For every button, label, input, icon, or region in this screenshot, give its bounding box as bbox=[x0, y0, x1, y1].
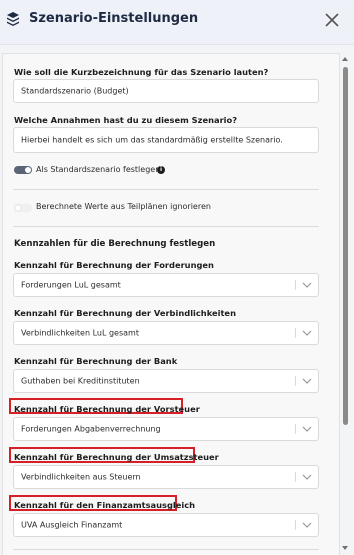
scrollbar[interactable] bbox=[341, 53, 350, 554]
default-scenario-toggle[interactable] bbox=[14, 166, 32, 174]
assumptions-textarea[interactable]: Hierbei handelt es sich um das standardm… bbox=[13, 127, 319, 153]
divider bbox=[13, 226, 319, 227]
liabilities-kpi-value: Verbindlichkeiten LuL gesamt bbox=[21, 328, 139, 338]
bank-kpi-value: Guthaben bei Kreditinstituten bbox=[21, 376, 140, 386]
chevron-down-icon bbox=[302, 426, 312, 432]
liabilities-kpi-select[interactable]: Verbindlichkeiten LuL gesamt bbox=[13, 321, 319, 345]
vat-kpi-select[interactable]: Verbindlichkeiten aus Steuern bbox=[13, 465, 319, 489]
divider bbox=[13, 549, 319, 550]
liabilities-kpi-label: Kennzahl für Berechnung der Verbindlichk… bbox=[14, 308, 236, 318]
settings-form: Wie soll die Kurzbezeichnung für das Sze… bbox=[2, 53, 340, 555]
section-title: Kennzahlen für die Berechnung festlegen bbox=[14, 239, 216, 249]
short-name-value: Standardszenario (Budget) bbox=[21, 86, 129, 96]
scroll-down-arrow-icon[interactable] bbox=[342, 546, 348, 550]
short-name-input[interactable]: Standardszenario (Budget) bbox=[13, 79, 319, 103]
dialog-title: Szenario-Einstellungen bbox=[29, 11, 199, 26]
assumptions-label: Welche Annahmen hast du zu diesem Szenar… bbox=[14, 115, 238, 125]
chevron-down-icon bbox=[302, 378, 312, 384]
input-tax-kpi-value: Forderungen Abgabenverrechnung bbox=[21, 424, 161, 434]
bank-kpi-label: Kennzahl für Berechnung der Bank bbox=[14, 356, 178, 366]
toggle-knob bbox=[25, 167, 31, 173]
bank-kpi-select[interactable]: Guthaben bei Kreditinstituten bbox=[13, 369, 319, 393]
info-icon[interactable]: i bbox=[157, 166, 165, 174]
vat-kpi-label: Kennzahl für Berechnung der Umsatzsteuer bbox=[14, 452, 219, 462]
input-tax-kpi-label: Kennzahl für Berechnung der Vorsteuer bbox=[14, 404, 200, 414]
tax-office-kpi-select[interactable]: UVA Ausgleich Finanzamt bbox=[13, 513, 319, 537]
vat-kpi-value: Verbindlichkeiten aus Steuern bbox=[21, 472, 141, 482]
ignore-values-label: Berechnete Werte aus Teilplänen ignorier… bbox=[36, 202, 211, 211]
default-scenario-label: Als Standardszenario festlegen bbox=[36, 165, 161, 174]
tax-office-kpi-label: Kennzahl für den Finanzamtsausgleich bbox=[14, 500, 196, 510]
input-tax-kpi-select[interactable]: Forderungen Abgabenverrechnung bbox=[13, 417, 319, 441]
chevron-down-icon bbox=[302, 330, 312, 336]
receivables-kpi-select[interactable]: Forderungen LuL gesamt bbox=[13, 273, 319, 297]
receivables-kpi-label: Kennzahl für Berechnung der Forderungen bbox=[14, 260, 214, 270]
receivables-kpi-value: Forderungen LuL gesamt bbox=[21, 280, 121, 290]
scroll-thumb[interactable] bbox=[343, 67, 348, 425]
assumptions-value: Hierbei handelt es sich um das standardm… bbox=[21, 135, 283, 145]
chevron-down-icon bbox=[302, 474, 312, 480]
dialog-header: Szenario-Einstellungen bbox=[0, 0, 354, 45]
toggle-knob bbox=[15, 205, 21, 211]
divider bbox=[13, 189, 319, 190]
close-icon[interactable] bbox=[322, 10, 342, 30]
tax-office-kpi-value: UVA Ausgleich Finanzamt bbox=[21, 520, 123, 530]
chevron-down-icon bbox=[302, 522, 312, 528]
ignore-values-toggle[interactable] bbox=[14, 204, 32, 212]
short-name-label: Wie soll die Kurzbezeichnung für das Sze… bbox=[14, 67, 269, 77]
scroll-up-arrow-icon[interactable] bbox=[342, 57, 348, 61]
layers-icon bbox=[7, 12, 19, 26]
chevron-down-icon bbox=[302, 282, 312, 288]
